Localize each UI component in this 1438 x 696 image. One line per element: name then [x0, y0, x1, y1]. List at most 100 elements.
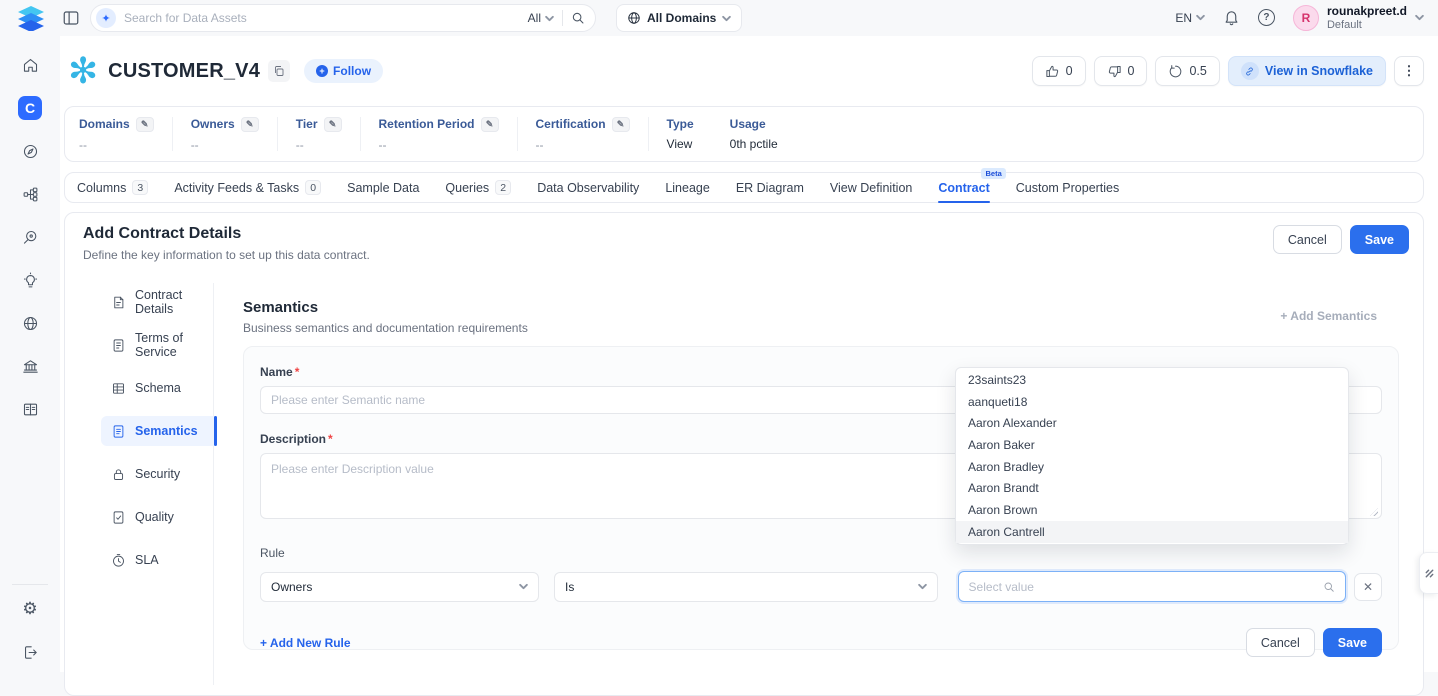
- dropdown-option[interactable]: Aaron Brandt: [956, 477, 1348, 499]
- tab-contract[interactable]: ContractBeta: [938, 172, 989, 203]
- metadata-value: 0th pctile: [730, 137, 778, 151]
- settings-gear-icon[interactable]: ⚙: [18, 597, 42, 621]
- thumbs-up-icon: [1045, 64, 1060, 79]
- contract-details-icon: [111, 295, 126, 310]
- data-discovery-icon[interactable]: [18, 225, 42, 249]
- contract-nav-semantics[interactable]: Semantics: [101, 416, 215, 446]
- panel-resize-handle[interactable]: [1419, 552, 1438, 594]
- avatar: R: [1293, 5, 1319, 31]
- tab-columns[interactable]: Columns3: [77, 172, 148, 203]
- workflows-icon[interactable]: [18, 182, 42, 206]
- glossary-book-icon[interactable]: [18, 397, 42, 421]
- contract-nav-quality[interactable]: Quality: [101, 502, 215, 532]
- insights-lightbulb-icon[interactable]: [18, 268, 42, 292]
- rule-field-select[interactable]: Owners: [260, 572, 539, 602]
- dropdown-option-highlighted[interactable]: Aaron Cantrell: [956, 521, 1348, 543]
- add-semantics-button[interactable]: + Add Semantics: [1280, 309, 1377, 323]
- remove-rule-button[interactable]: ✕: [1354, 573, 1382, 601]
- thumbs-down-icon: [1107, 64, 1122, 79]
- chevron-down-icon: [519, 582, 528, 591]
- plus-icon: +: [316, 65, 328, 77]
- tab-er-diagram[interactable]: ER Diagram: [736, 172, 804, 203]
- search-icon[interactable]: [571, 11, 585, 25]
- dropdown-option[interactable]: aanqueti18: [956, 391, 1348, 413]
- metadata-field-owners: Owners✎ --: [173, 117, 277, 152]
- beta-badge: Beta: [981, 168, 1005, 179]
- contract-cancel-button[interactable]: Cancel: [1273, 225, 1342, 254]
- metadata-field-certification: Certification✎ --: [518, 117, 648, 152]
- edit-pencil-icon[interactable]: ✎: [612, 117, 630, 132]
- language-dropdown[interactable]: EN: [1175, 11, 1205, 25]
- tab-custom-properties[interactable]: Custom Properties: [1016, 172, 1120, 203]
- edit-pencil-icon[interactable]: ✎: [241, 117, 259, 132]
- contract-nav-contract-details[interactable]: Contract Details: [101, 287, 215, 317]
- semantics-cancel-button[interactable]: Cancel: [1246, 628, 1315, 657]
- sidebar-toggle-icon[interactable]: [62, 9, 80, 27]
- user-menu[interactable]: R rounakpreet.d Default: [1293, 4, 1424, 32]
- semantics-header: Semantics Business semantics and documen…: [243, 299, 1377, 335]
- metadata-bar: Domains✎ -- Owners✎ -- Tier✎ -- Retentio…: [64, 106, 1424, 162]
- dropdown-option[interactable]: 23saints23: [956, 369, 1348, 391]
- tab-lineage[interactable]: Lineage: [665, 172, 710, 203]
- dropdown-option[interactable]: Aaron Bradley: [956, 456, 1348, 478]
- popularity-icon: [1168, 64, 1183, 79]
- dropdown-option[interactable]: Aaron Brown: [956, 499, 1348, 521]
- compass-discover-icon[interactable]: [18, 139, 42, 163]
- assets-app-icon[interactable]: C: [18, 96, 42, 120]
- popularity-button[interactable]: 0.5: [1155, 56, 1219, 86]
- search-scope-dropdown[interactable]: All: [528, 11, 554, 25]
- web-globe-icon[interactable]: [18, 311, 42, 335]
- tab-queries[interactable]: Queries2: [445, 172, 511, 203]
- all-domains-dropdown[interactable]: All Domains: [616, 4, 742, 32]
- tab-sample-data[interactable]: Sample Data: [347, 172, 419, 203]
- contract-nav-schema[interactable]: Schema: [101, 373, 215, 403]
- chevron-down-icon: [722, 14, 731, 23]
- edit-pencil-icon[interactable]: ✎: [136, 117, 154, 132]
- add-new-rule-button[interactable]: + Add New Rule: [260, 636, 351, 650]
- rule-value-input[interactable]: Select value: [958, 571, 1347, 602]
- ai-sparkle-icon: ✦: [96, 8, 116, 28]
- notifications-bell-icon[interactable]: [1223, 9, 1240, 26]
- edit-pencil-icon[interactable]: ✎: [324, 117, 342, 132]
- dropdown-option[interactable]: Aaron Alexander: [956, 412, 1348, 434]
- metadata-value: View: [667, 137, 694, 151]
- copy-icon[interactable]: [268, 60, 290, 82]
- contract-nav-terms-of-service[interactable]: Terms of Service: [101, 330, 215, 360]
- contract-nav-sla[interactable]: SLA: [101, 545, 215, 575]
- value-placeholder: Select value: [969, 580, 1324, 594]
- global-search-input[interactable]: ✦ Search for Data Assets All: [90, 4, 596, 32]
- view-in-snowflake-button[interactable]: View in Snowflake: [1228, 56, 1386, 86]
- contract-nav-security[interactable]: Security: [101, 459, 215, 489]
- tab-data-observability[interactable]: Data Observability: [537, 172, 639, 203]
- semantics-save-button[interactable]: Save: [1323, 628, 1382, 657]
- tab-view-definition[interactable]: View Definition: [830, 172, 912, 203]
- help-icon[interactable]: ?: [1258, 9, 1275, 26]
- globe-icon: [627, 11, 641, 25]
- logout-icon[interactable]: [18, 640, 42, 664]
- metadata-value: --: [536, 138, 630, 152]
- app-sidebar: C ⚙: [0, 36, 60, 672]
- downvote-button[interactable]: 0: [1094, 56, 1148, 86]
- governance-bank-icon[interactable]: [18, 354, 42, 378]
- tab-activity-feeds[interactable]: Activity Feeds & Tasks0: [174, 172, 321, 203]
- contract-save-button[interactable]: Save: [1350, 225, 1409, 254]
- chevron-down-icon: [1196, 13, 1205, 22]
- divider: [12, 584, 48, 585]
- atlan-logo-icon[interactable]: [14, 5, 48, 31]
- metadata-field-usage: Usage 0th pctile: [712, 117, 796, 151]
- more-actions-button[interactable]: ⋮: [1394, 56, 1424, 86]
- divider: [562, 10, 563, 26]
- dropdown-option[interactable]: Aaron Baker: [956, 434, 1348, 456]
- home-icon[interactable]: [18, 53, 42, 77]
- follow-button[interactable]: + Follow: [304, 59, 383, 83]
- asset-tabs: Columns3 Activity Feeds & Tasks0 Sample …: [64, 172, 1424, 203]
- quality-icon: [111, 510, 126, 525]
- required-marker: *: [295, 365, 300, 379]
- rule-operator-select[interactable]: Is: [554, 572, 938, 602]
- popularity-score: 0.5: [1189, 64, 1206, 78]
- tab-count: 3: [132, 180, 148, 195]
- upvote-button[interactable]: 0: [1032, 56, 1086, 86]
- edit-pencil-icon[interactable]: ✎: [481, 117, 499, 132]
- close-icon: ✕: [1363, 580, 1373, 594]
- asset-header: ✻ CUSTOMER_V4 + Follow 0 0 0.5 View in S…: [68, 46, 1424, 96]
